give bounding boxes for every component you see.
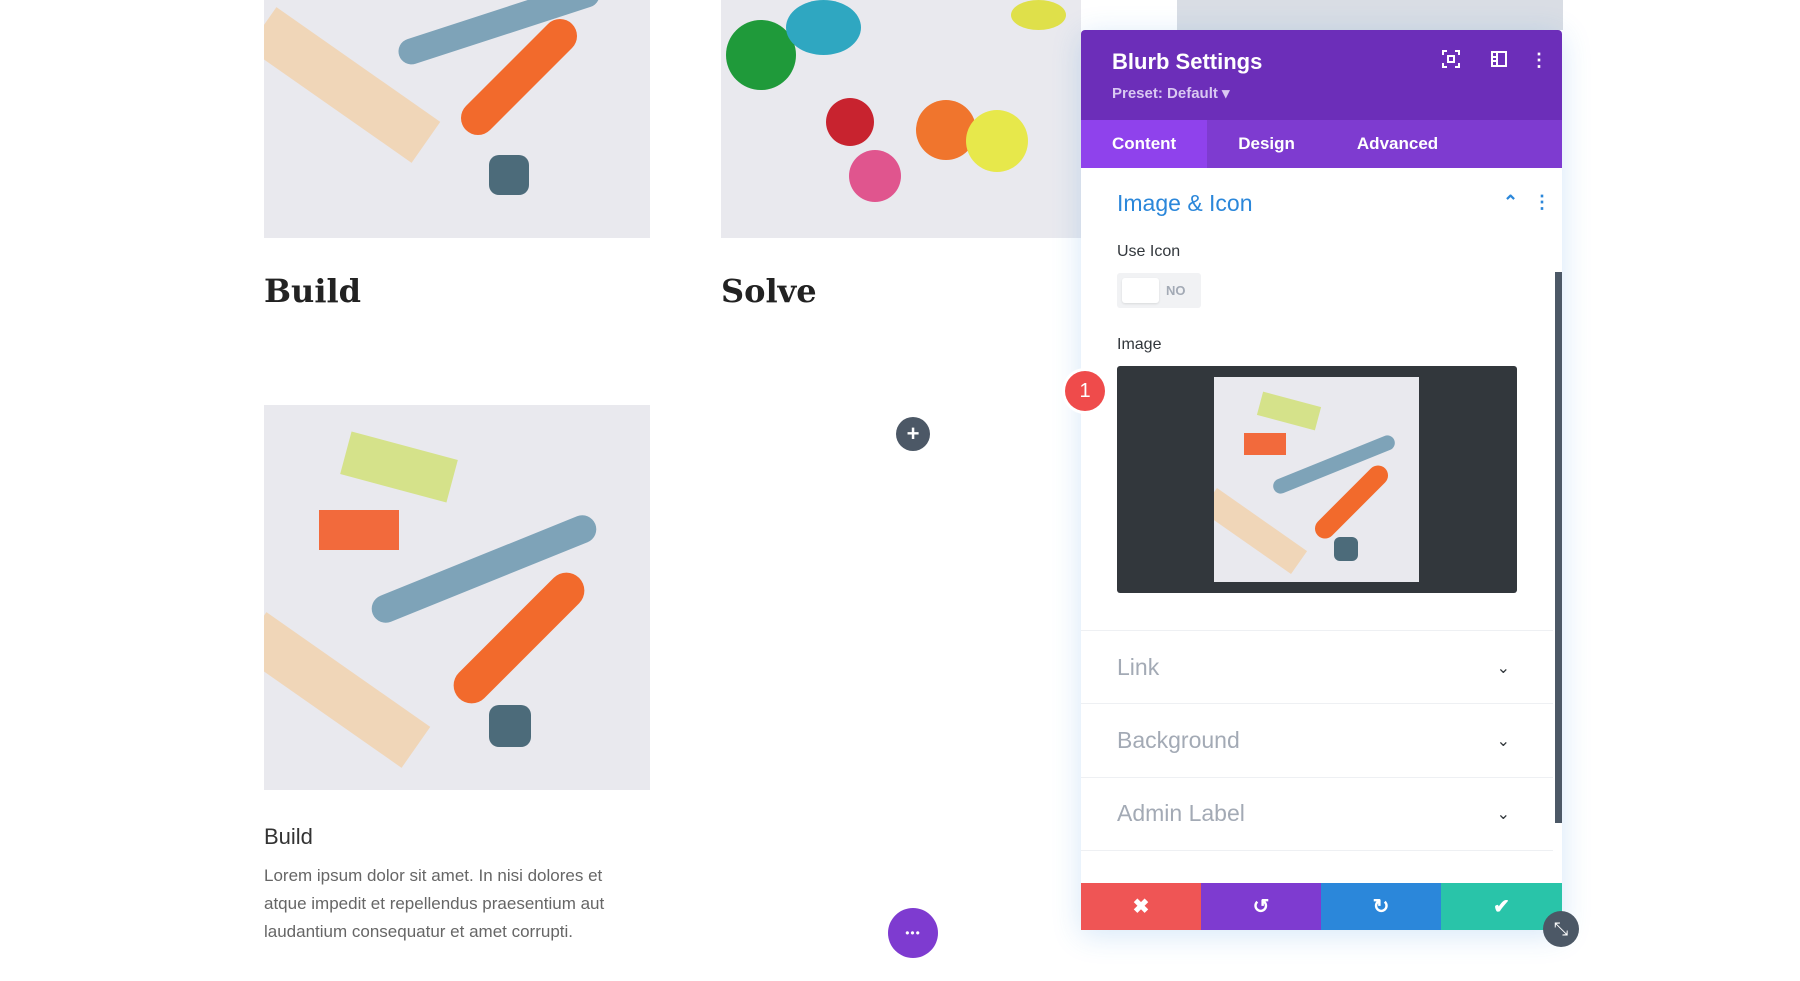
undo-button[interactable]: ↺ (1201, 883, 1321, 930)
section-admin-label[interactable]: Admin Label (1117, 800, 1245, 827)
chevron-down-icon[interactable]: ⌄ (1497, 731, 1510, 751)
panel-tabs: Content Design Advanced (1081, 120, 1562, 168)
tab-advanced[interactable]: Advanced (1326, 120, 1469, 168)
add-module-button[interactable]: + (896, 417, 930, 451)
redo-button[interactable]: ↻ (1321, 883, 1441, 930)
discard-button[interactable]: ✖ (1081, 883, 1201, 930)
chevron-down-icon[interactable]: ⌄ (1497, 804, 1510, 824)
divider (1081, 850, 1553, 851)
section-background[interactable]: Background (1117, 727, 1240, 754)
blurb-title: Solve (721, 272, 817, 310)
tab-design[interactable]: Design (1207, 120, 1326, 168)
resize-handle-icon[interactable]: ⤡ (1543, 911, 1579, 947)
blurb-body-line: laudantium consequatur et amet corrupti. (264, 922, 574, 941)
blurb-image-rings (721, 0, 1081, 238)
divider (1081, 703, 1553, 704)
blurb-image-partial (1177, 0, 1563, 30)
divider (1081, 777, 1553, 778)
page-settings-button[interactable]: ••• (888, 908, 938, 958)
blurb-title: Build (264, 272, 361, 310)
image-label: Image (1117, 336, 1162, 353)
blurb-image-tools-large (264, 405, 650, 790)
use-icon-label: Use Icon (1117, 243, 1181, 260)
more-options-icon[interactable]: ⋮ (1528, 50, 1550, 72)
preset-dropdown[interactable]: Preset: Default ▾ (1112, 84, 1230, 102)
split-view-icon[interactable] (1488, 50, 1510, 72)
use-icon-toggle[interactable]: NO (1117, 273, 1201, 308)
step-badge: 1 (1065, 371, 1105, 411)
blurb-settings-panel: Blurb Settings Preset: Default ▾ ⋮ Conte… (1065, 30, 1579, 947)
blurb-body-line: Lorem ipsum dolor sit amet. In nisi dolo… (264, 866, 603, 885)
chevron-down-icon[interactable]: ⌄ (1497, 658, 1510, 678)
section-more-icon[interactable]: ⋮ (1533, 192, 1551, 213)
toggle-knob (1122, 278, 1159, 303)
image-upload-field[interactable] (1117, 366, 1517, 593)
tab-content[interactable]: Content (1081, 120, 1208, 168)
panel-title: Blurb Settings (1112, 49, 1263, 74)
blurb-body: Lorem ipsum dolor sit amet. In nisi dolo… (264, 862, 604, 946)
image-preview (1214, 377, 1419, 582)
panel-header: Blurb Settings Preset: Default ▾ ⋮ (1081, 30, 1562, 120)
section-link[interactable]: Link (1117, 654, 1159, 681)
chevron-up-icon[interactable]: ⌃ (1503, 192, 1518, 213)
blurb-image-tools (264, 0, 650, 238)
section-image-icon[interactable]: Image & Icon (1117, 190, 1253, 217)
toggle-value: NO (1166, 283, 1186, 298)
panel-scrollbar[interactable] (1555, 272, 1562, 823)
blurb-body-line: atque impedit et repellendus praesentium… (264, 894, 605, 913)
divider (1081, 630, 1553, 631)
blurb-title: Build (264, 824, 313, 849)
focus-mode-icon[interactable] (1440, 50, 1462, 72)
